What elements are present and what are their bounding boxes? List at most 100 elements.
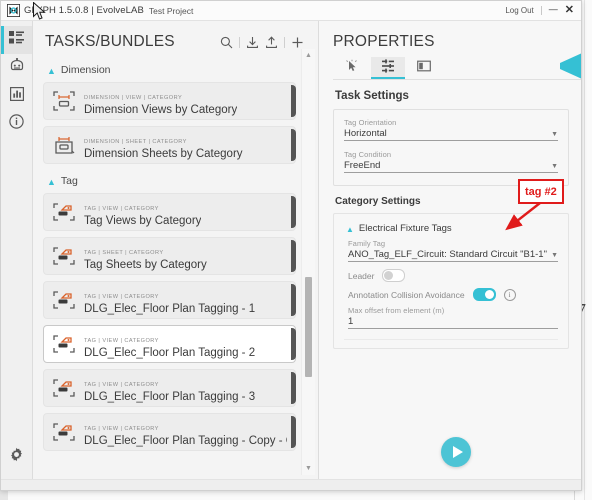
title-bar: GLYPH 1.5.0.8 | EvolveLAB Test Project L… (1, 1, 581, 21)
field-max-offset[interactable]: Max offset from element (m) 1 (348, 306, 558, 329)
field-tag-condition[interactable]: Tag Condition FreeEnd ▼ (344, 150, 558, 173)
run-button[interactable] (441, 437, 471, 467)
tag-sheet-icon (52, 245, 76, 267)
task-group-header-dimension[interactable]: ▲ Dimension (43, 59, 296, 79)
glyph-app-window: GLYPH 1.5.0.8 | EvolveLAB Test Project L… (0, 0, 582, 491)
title-separator (540, 6, 542, 15)
minimize-button[interactable]: — (549, 5, 558, 14)
task-title: DLG_Elec_Floor Plan Tagging - 2 (84, 347, 256, 359)
properties-panel: PROPERTIES Task Settings Tag Orientation… (319, 21, 581, 479)
task-title: DLG_Elec_Floor Plan Tagging - 3 (84, 391, 256, 403)
scroll-up-arrow[interactable]: ▲ (302, 49, 315, 62)
task-breadcrumb: TAG | VIEW | CATEGORY (84, 338, 159, 344)
task-settings-heading: Task Settings (335, 90, 409, 102)
play-icon (452, 446, 463, 458)
logout-button[interactable]: Log Out (505, 6, 533, 15)
bar-chart-icon (9, 86, 24, 106)
row-leader: Leader (348, 269, 558, 282)
field-value: ANO_Tag_ELF_Circuit: Standard Circuit "B… (348, 249, 547, 260)
tag-view-icon (52, 421, 76, 443)
tasks-panel-title: TASKS/BUNDLES (45, 33, 175, 50)
leader-toggle[interactable] (382, 269, 406, 282)
chevron-up-icon: ▲ (47, 65, 56, 76)
info-circle-icon (9, 114, 24, 134)
rail-item-tasks-list[interactable] (1, 26, 32, 54)
scrollbar-track[interactable] (304, 62, 313, 462)
field-label: Tag Condition (344, 150, 392, 159)
leader-label: Leader (348, 270, 375, 281)
background-column-line-2 (584, 0, 585, 500)
field-family-tag[interactable]: Family Tag ANO_Tag_ELF_Circuit: Standard… (348, 239, 558, 262)
task-breadcrumb: DIMENSION | VIEW | CATEGORY (84, 95, 183, 101)
task-card[interactable]: DIMENSION | VIEW | CATEGORY Dimension Vi… (43, 82, 296, 120)
task-title: Tag Sheets by Category (84, 259, 207, 271)
scrollbar-thumb[interactable] (305, 277, 312, 377)
task-breadcrumb: DIMENSION | SHEET | CATEGORY (84, 139, 187, 145)
task-card[interactable]: TAG | VIEW | CATEGORY DLG_Elec_Floor Pla… (43, 369, 296, 407)
glyph-logo-icon (7, 4, 20, 17)
field-value: 1 (348, 316, 354, 327)
task-group-label: Dimension (60, 64, 111, 76)
collision-toggle[interactable] (472, 288, 496, 301)
rail-item-analytics[interactable] (1, 82, 32, 110)
tag-view-icon (52, 289, 76, 311)
gear-icon (9, 447, 24, 467)
collapse-panel-tab[interactable] (560, 53, 581, 79)
task-card[interactable]: TAG | VIEW | CATEGORY DLG_Elec_Floor Pla… (43, 281, 296, 319)
window-footer (1, 479, 581, 490)
chevron-down-icon[interactable]: ▼ (551, 131, 558, 138)
tag-view-icon (52, 377, 76, 399)
task-breadcrumb: TAG | VIEW | CATEGORY (84, 206, 159, 212)
chevron-down-icon[interactable]: ▼ (551, 252, 558, 259)
chevron-up-icon: ▲ (47, 176, 56, 187)
rail-item-bot[interactable] (1, 54, 32, 82)
download-icon[interactable] (246, 36, 259, 49)
upload-icon[interactable] (265, 35, 278, 49)
properties-panel-title: PROPERTIES (333, 33, 435, 50)
properties-tabs (333, 57, 581, 79)
chevron-down-icon[interactable]: ▼ (551, 163, 558, 170)
properties-content: Task Settings Tag Orientation Horizontal… (319, 80, 581, 479)
tasks-scrollbar[interactable]: ▲ ▼ (301, 49, 315, 475)
info-circle-icon[interactable]: i (503, 288, 516, 301)
tab-layout[interactable] (407, 57, 441, 79)
task-card[interactable]: TAG | VIEW | CATEGORY DLG_Elec_Floor Pla… (43, 413, 296, 451)
field-value: FreeEnd (344, 160, 381, 171)
tag-view-icon (52, 201, 76, 223)
rail-item-settings[interactable] (1, 443, 32, 471)
annotation-text: tag #2 (525, 186, 557, 198)
scroll-down-arrow[interactable]: ▼ (302, 462, 315, 475)
search-icon[interactable] (220, 36, 233, 49)
divider (284, 36, 285, 48)
panel-layout-icon (417, 59, 431, 77)
tasks-bundles-panel: TASKS/BUNDLES ▲ Dimension DIMENSION | VI… (33, 21, 319, 479)
task-card[interactable]: TAG | VIEW | CATEGORY Tag Views by Categ… (43, 193, 296, 231)
task-card[interactable]: TAG | SHEET | CATEGORY Tag Sheets by Cat… (43, 237, 296, 275)
task-group-label: Tag (60, 175, 78, 187)
dimension-view-icon (52, 90, 76, 112)
plus-icon[interactable] (291, 36, 304, 49)
list-icon (9, 31, 24, 49)
task-title: Dimension Views by Category (84, 104, 238, 116)
app-title: GLYPH 1.5.0.8 | EvolveLAB (24, 5, 144, 16)
field-tag-orientation[interactable]: Tag Orientation Horizontal ▼ (344, 118, 558, 141)
divider (239, 36, 240, 48)
task-card-selected[interactable]: TAG | VIEW | CATEGORY DLG_Elec_Floor Pla… (43, 325, 296, 363)
rail-item-info[interactable] (1, 110, 32, 138)
field-label: Max offset from element (m) (348, 306, 445, 315)
close-button[interactable]: ✕ (565, 5, 574, 16)
tab-selection[interactable] (335, 57, 369, 79)
properties-header: PROPERTIES (319, 21, 581, 80)
task-title: Dimension Sheets by Category (84, 148, 243, 160)
task-breadcrumb: TAG | SHEET | CATEGORY (84, 250, 164, 256)
task-group-header-tag[interactable]: ▲ Tag (43, 170, 296, 190)
tag-view-icon (52, 333, 76, 355)
task-title: Tag Views by Category (84, 215, 202, 227)
task-card[interactable]: DIMENSION | SHEET | CATEGORY Dimension S… (43, 126, 296, 164)
category-group-label: Electrical Fixture Tags (358, 223, 452, 234)
category-group-header-electrical-fixture-tags[interactable]: ▲ Electrical Fixture Tags (346, 223, 558, 234)
cursor-click-icon (345, 59, 359, 78)
task-breadcrumb: TAG | VIEW | CATEGORY (84, 382, 159, 388)
collision-label: Annotation Collision Avoidance (348, 289, 465, 300)
tab-settings[interactable] (371, 57, 405, 79)
